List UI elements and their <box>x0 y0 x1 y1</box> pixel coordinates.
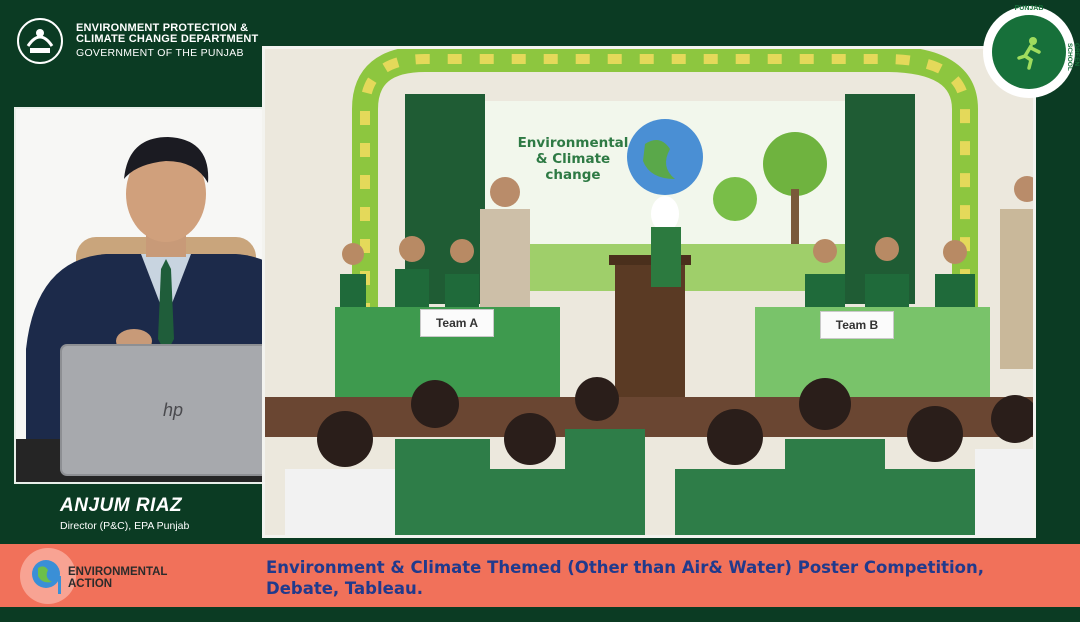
ticker-brand: ENVIRONMENTAL ACTION <box>68 566 168 591</box>
running-figure-icon <box>1017 37 1041 70</box>
speaker-lower-third: ANJUM RIAZ Director (P&C), EPA Punjab <box>60 495 230 532</box>
event-video: Environmental & Climate change Team A Te… <box>262 46 1036 538</box>
laptop-brand-logo: hp <box>163 400 183 420</box>
news-ticker: ENVIRONMENTAL ACTION Environment & Clima… <box>0 544 1080 607</box>
speaker-title: Director (P&C), EPA Punjab <box>60 520 190 532</box>
backdrop-title: Environmental & Climate change <box>517 135 629 184</box>
government-crest-icon <box>12 16 68 66</box>
badge-text-side: GREEN SCHOOL <box>1066 43 1080 71</box>
green-school-badge: PUNJAB GREEN SCHOOL <box>983 5 1080 98</box>
team-a-label: Team A <box>420 309 494 337</box>
team-b-label: Team B <box>820 311 894 339</box>
badge-text-top: PUNJAB <box>1014 5 1044 12</box>
org-header: ENVIRONMENT PROTECTION & CLIMATE CHANGE … <box>12 16 262 66</box>
ticker-headline: Environment & Climate Themed (Other than… <box>266 558 985 598</box>
bottom-strip <box>0 607 1080 622</box>
org-government-line: GOVERNMENT OF THE PUNJAB <box>76 47 244 60</box>
org-name-line2: CLIMATE CHANGE DEPARTMENT <box>76 33 259 46</box>
speaker-name: ANJUM RIAZ <box>60 495 183 516</box>
